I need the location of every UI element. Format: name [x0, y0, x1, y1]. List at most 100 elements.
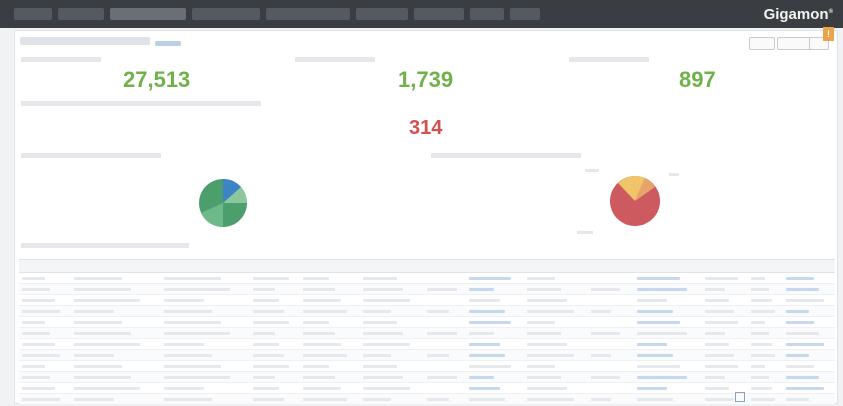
- cell-placeholder: [637, 365, 681, 368]
- table-cell: [466, 273, 524, 283]
- column-header[interactable]: [424, 260, 466, 272]
- nav-tab-7[interactable]: [414, 8, 464, 20]
- column-header[interactable]: [360, 260, 424, 272]
- table-cell: [19, 394, 71, 404]
- cell-placeholder: [469, 398, 506, 401]
- cell-placeholder: [22, 376, 50, 379]
- cell-placeholder: [591, 398, 612, 401]
- cell-placeholder: [252, 376, 275, 379]
- table-cell: [161, 383, 250, 393]
- cell-placeholder: [303, 332, 336, 335]
- table-cell: [702, 306, 748, 316]
- column-header[interactable]: [588, 260, 634, 272]
- table-cell: [588, 372, 634, 382]
- page-button[interactable]: [748, 392, 756, 400]
- cell-placeholder: [527, 321, 556, 324]
- page-button[interactable]: [792, 392, 800, 400]
- table-row[interactable]: [19, 361, 835, 372]
- table-cell: [424, 306, 466, 316]
- cell-placeholder: [22, 343, 55, 346]
- column-header[interactable]: [783, 260, 835, 272]
- table-row[interactable]: [19, 328, 835, 339]
- page-button[interactable]: [781, 392, 789, 400]
- table-cell: [424, 361, 466, 371]
- table-row[interactable]: [19, 306, 835, 317]
- cell-placeholder: [591, 343, 624, 346]
- table-cell: [71, 306, 160, 316]
- column-header[interactable]: [19, 260, 71, 272]
- table-cell: [300, 394, 360, 404]
- cell-placeholder: [705, 376, 726, 379]
- export-button[interactable]: [777, 37, 813, 50]
- cell-placeholder: [427, 387, 445, 390]
- kpi-value-2: 1,739: [398, 67, 454, 92]
- table-cell: [360, 284, 424, 294]
- nav-tab-9[interactable]: [510, 8, 540, 20]
- column-header[interactable]: [71, 260, 160, 272]
- column-header[interactable]: [300, 260, 360, 272]
- table-row[interactable]: [19, 372, 835, 383]
- next-page-button[interactable]: [825, 392, 833, 400]
- table-cell: [161, 350, 250, 360]
- table-cell: [161, 394, 250, 404]
- table-cell: [161, 295, 250, 305]
- table-row[interactable]: [19, 394, 835, 405]
- table-cell: [360, 273, 424, 283]
- cell-placeholder: [469, 343, 501, 346]
- cell-placeholder: [22, 277, 45, 280]
- column-header[interactable]: [634, 260, 702, 272]
- table-row[interactable]: [19, 273, 835, 284]
- table-header: [19, 259, 835, 273]
- cell-placeholder: [22, 332, 50, 335]
- table-cell: [19, 317, 71, 327]
- page-button[interactable]: [770, 392, 778, 400]
- nav-tab-4[interactable]: [192, 8, 260, 20]
- table-cell: [19, 295, 71, 305]
- column-header[interactable]: [161, 260, 250, 272]
- nav-tab-5[interactable]: [266, 8, 350, 20]
- table-cell: [360, 372, 424, 382]
- column-header[interactable]: [702, 260, 748, 272]
- nav-tab-2[interactable]: [58, 8, 104, 20]
- nav-tab-active[interactable]: [110, 8, 186, 20]
- table-cell: [424, 295, 466, 305]
- table-row[interactable]: [19, 295, 835, 306]
- table-cell: [250, 372, 300, 382]
- column-header[interactable]: [466, 260, 524, 272]
- cell-placeholder: [637, 387, 668, 390]
- alert-flag-icon[interactable]: !: [823, 27, 834, 41]
- table-row[interactable]: [19, 383, 835, 394]
- table-cell: [748, 317, 782, 327]
- table-cell: [783, 350, 835, 360]
- cell-placeholder: [252, 332, 275, 335]
- column-header[interactable]: [524, 260, 588, 272]
- page-button[interactable]: [814, 392, 822, 400]
- table-cell: [300, 328, 360, 338]
- edit-button[interactable]: [749, 37, 775, 50]
- cell-placeholder: [785, 321, 814, 324]
- page-button-current[interactable]: [735, 392, 745, 402]
- cell-placeholder: [303, 310, 348, 313]
- brand-logo: Gigamon®: [763, 6, 833, 23]
- nav-tab-6[interactable]: [356, 8, 408, 20]
- table-row[interactable]: [19, 317, 835, 328]
- table-cell: [161, 361, 250, 371]
- cell-placeholder: [303, 288, 336, 291]
- cell-placeholder: [363, 332, 404, 335]
- page-button[interactable]: [803, 392, 811, 400]
- cell-placeholder: [303, 277, 330, 280]
- title-link[interactable]: [155, 41, 181, 46]
- table-cell: [524, 383, 588, 393]
- table-cell: [466, 339, 524, 349]
- nav-tab-1[interactable]: [14, 8, 52, 20]
- column-header[interactable]: [250, 260, 300, 272]
- nav-tab-8[interactable]: [470, 8, 504, 20]
- page-button[interactable]: [759, 392, 767, 400]
- column-header[interactable]: [748, 260, 782, 272]
- table-cell: [588, 284, 634, 294]
- cell-placeholder: [527, 310, 575, 313]
- cell-placeholder: [705, 277, 739, 280]
- table-row[interactable]: [19, 339, 835, 350]
- table-row[interactable]: [19, 350, 835, 361]
- table-row[interactable]: [19, 284, 835, 295]
